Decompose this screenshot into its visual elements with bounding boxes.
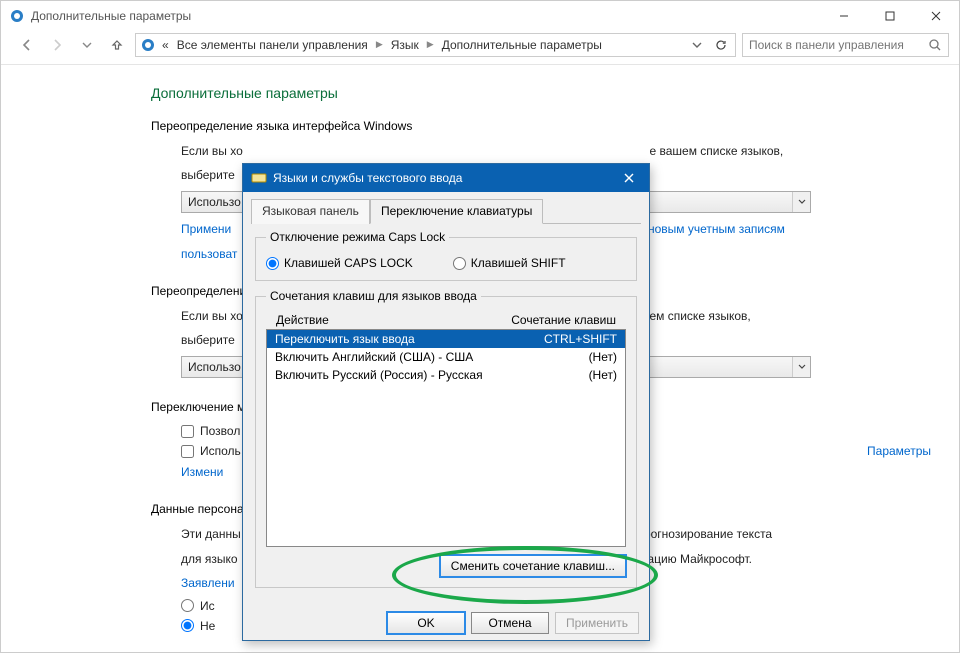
- users-link[interactable]: пользоват: [181, 247, 237, 261]
- apply-link[interactable]: Примени: [181, 222, 231, 236]
- chevron-right-icon[interactable]: ▶: [374, 39, 385, 50]
- col-combo: Сочетание клавиш: [511, 313, 616, 327]
- recent-dropdown[interactable]: [75, 33, 99, 57]
- radio-label: Ис: [200, 599, 215, 613]
- address-bar[interactable]: « Все элементы панели управления ▶ Язык …: [135, 33, 736, 57]
- text: Если вы хо: [181, 309, 243, 323]
- dialog-close-button[interactable]: [615, 168, 643, 188]
- list-row[interactable]: Переключить язык ввода CTRL+SHIFT: [267, 330, 625, 348]
- cell-combo: (Нет): [589, 350, 617, 364]
- search-icon: [928, 38, 942, 52]
- chevron-down-icon: [792, 357, 810, 377]
- use-checkbox[interactable]: [181, 445, 194, 458]
- tab-switch-keyboard[interactable]: Переключение клавиатуры: [370, 199, 543, 224]
- dont-use-radio[interactable]: [181, 619, 194, 632]
- list-header: Действие Сочетание клавиш: [266, 311, 626, 329]
- cell-combo: (Нет): [589, 368, 617, 382]
- search-input[interactable]: [749, 38, 924, 52]
- capslock-key-radio[interactable]: [266, 257, 279, 270]
- window-title: Дополнительные параметры: [31, 9, 821, 23]
- caps-lock-radio-label: Клавишей CAPS LOCK: [266, 256, 413, 270]
- title-bar: Дополнительные параметры: [1, 1, 959, 31]
- crumb-lang[interactable]: Язык: [389, 38, 421, 52]
- change-link[interactable]: Измени: [181, 465, 223, 479]
- text: Эти данны: [181, 527, 241, 541]
- minimize-button[interactable]: [821, 1, 867, 31]
- radio-text: Клавишей CAPS LOCK: [284, 256, 413, 270]
- dialog-title: Языки и службы текстового ввода: [273, 171, 609, 185]
- ok-button[interactable]: OK: [387, 612, 465, 634]
- allow-checkbox[interactable]: [181, 425, 194, 438]
- page-title: Дополнительные параметры: [151, 85, 931, 101]
- close-button[interactable]: [913, 1, 959, 31]
- text: ем списке языков,: [649, 309, 750, 323]
- globe-icon: [140, 37, 156, 53]
- cell-combo: CTRL+SHIFT: [544, 332, 617, 346]
- text: Если вы хо: [181, 144, 243, 158]
- chevron-down-icon: [792, 192, 810, 212]
- cancel-button[interactable]: Отмена: [471, 612, 549, 634]
- use-radio[interactable]: [181, 599, 194, 612]
- section-override-ui-lang: Переопределение языка интерфейса Windows: [151, 119, 931, 133]
- text: для языко: [181, 552, 238, 566]
- checkbox-label: Позвол: [200, 424, 240, 438]
- col-action: Действие: [276, 313, 329, 327]
- keyboard-icon: [251, 170, 267, 186]
- chevron-right-icon[interactable]: ▶: [425, 39, 436, 50]
- checkbox-label: Исполь: [200, 444, 241, 458]
- hotkeys-legend: Сочетания клавиш для языков ввода: [266, 289, 481, 303]
- refresh-button[interactable]: [711, 35, 731, 55]
- crumb-advanced[interactable]: Дополнительные параметры: [440, 38, 604, 52]
- up-button[interactable]: [105, 33, 129, 57]
- maximize-button[interactable]: [867, 1, 913, 31]
- crumb-all[interactable]: Все элементы панели управления: [175, 38, 370, 52]
- tab-language-bar[interactable]: Языковая панель: [251, 199, 370, 224]
- apply-button[interactable]: Применить: [555, 612, 639, 634]
- crumb-prefix[interactable]: «: [160, 38, 171, 52]
- hotkeys-group: Сочетания клавиш для языков ввода Действ…: [255, 289, 637, 588]
- cell-action: Включить Английский (США) - США: [275, 350, 473, 364]
- change-hotkey-button[interactable]: Сменить сочетание клавиш...: [440, 555, 626, 577]
- text-services-dialog: Языки и службы текстового ввода Языковая…: [242, 163, 650, 641]
- apply-link-tail[interactable]: и новым учетным записям: [638, 222, 785, 236]
- dialog-button-row: OK Отмена Применить: [243, 606, 649, 640]
- forward-button[interactable]: [45, 33, 69, 57]
- dialog-title-bar: Языки и службы текстового ввода: [243, 164, 649, 192]
- capslock-legend: Отключение режима Caps Lock: [266, 230, 449, 244]
- text: е вашем списке языков,: [649, 144, 783, 158]
- cell-action: Включить Русский (Россия) - Русская: [275, 368, 483, 382]
- list-row[interactable]: Включить Английский (США) - США (Нет): [267, 348, 625, 366]
- nav-bar: « Все элементы панели управления ▶ Язык …: [1, 31, 959, 65]
- capslock-group: Отключение режима Caps Lock Клавишей CAP…: [255, 230, 637, 281]
- address-dropdown[interactable]: [687, 35, 707, 55]
- radio-text: Клавишей SHIFT: [471, 256, 566, 270]
- cell-action: Переключить язык ввода: [275, 332, 415, 346]
- list-row[interactable]: Включить Русский (Россия) - Русская (Нет…: [267, 366, 625, 384]
- radio-label: Не: [200, 619, 215, 633]
- hotkeys-listbox[interactable]: Переключить язык ввода CTRL+SHIFT Включи…: [266, 329, 626, 547]
- search-box[interactable]: [742, 33, 949, 57]
- statement-link[interactable]: Заявлени: [181, 576, 235, 590]
- window-icon: [9, 8, 25, 24]
- shift-radio-label: Клавишей SHIFT: [453, 256, 566, 270]
- shift-key-radio[interactable]: [453, 257, 466, 270]
- parameters-link[interactable]: Параметры: [867, 444, 931, 458]
- back-button[interactable]: [15, 33, 39, 57]
- dialog-tabs: Языковая панель Переключение клавиатуры: [251, 198, 641, 224]
